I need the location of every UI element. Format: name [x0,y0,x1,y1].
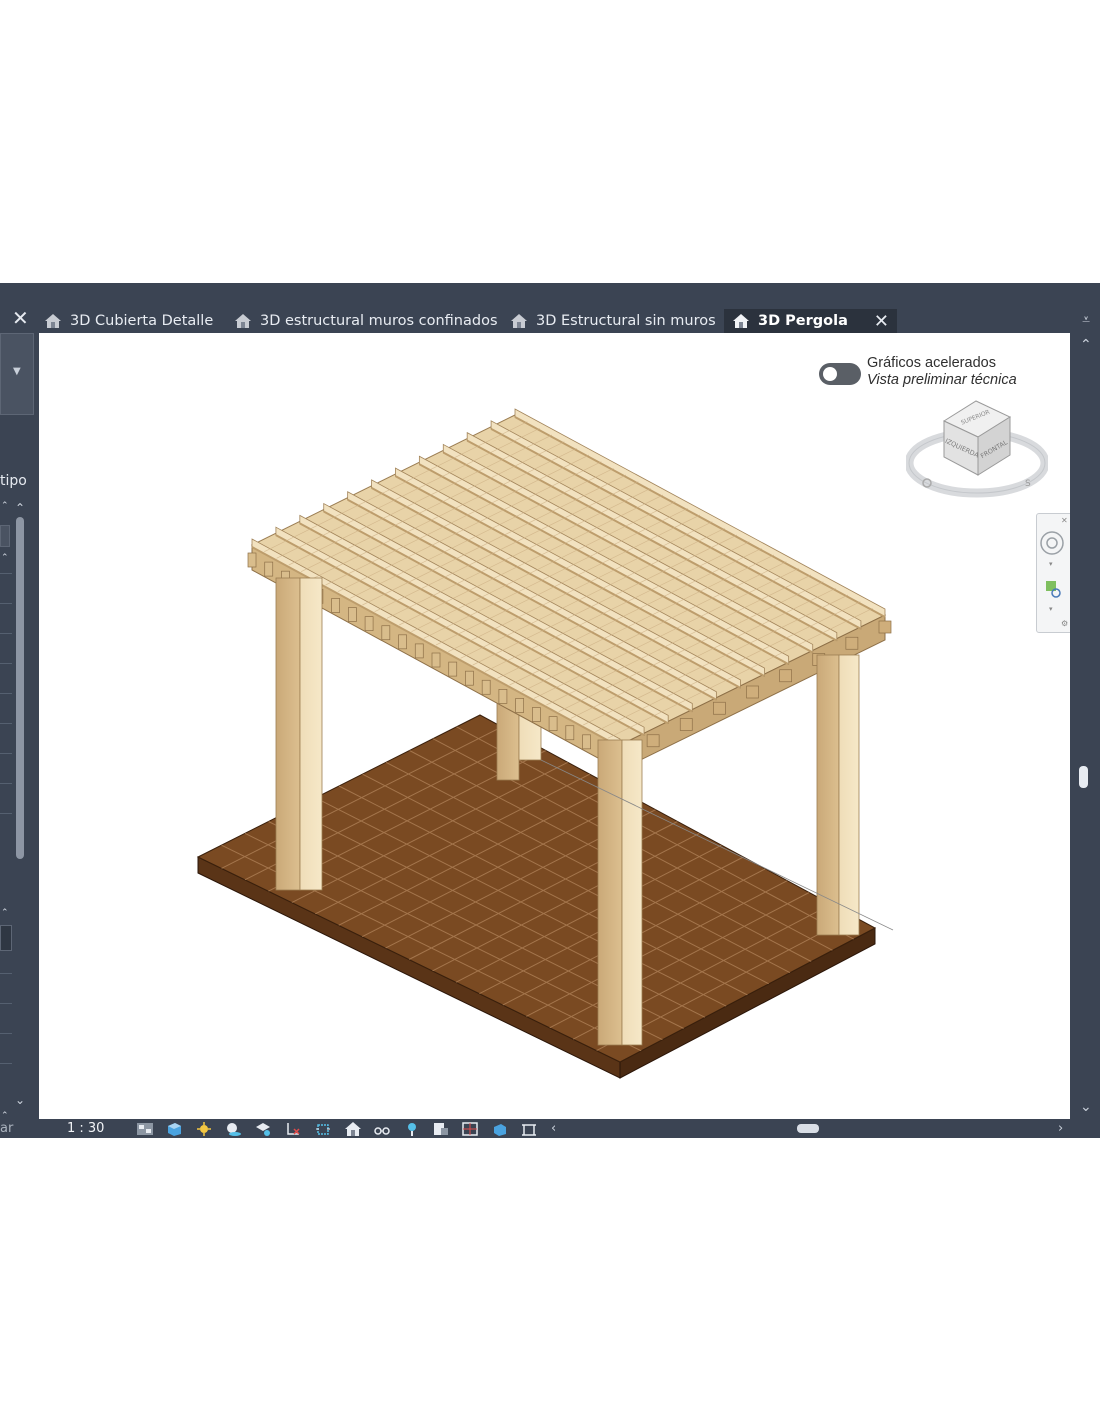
navigation-bar[interactable]: ✕ ▾ ▾ ⚙ [1036,513,1070,633]
view-tab-bar: ✕ 3D Cubierta Detalle 3D estructural mur… [0,283,1100,333]
tab-label: 3D Estructural sin muros [536,313,716,329]
tab-label: 3D Pergola [758,313,848,329]
render-icon[interactable] [254,1121,272,1137]
scroll-down-icon[interactable]: ⌄ [1080,1099,1092,1115]
house-3d-icon [733,314,749,328]
chevron-down-icon[interactable]: ▾ [1049,605,1053,613]
revit-window: ✕ 3D Cubierta Detalle 3D estructural mur… [0,283,1100,1138]
show-crop-region-icon[interactable] [314,1121,332,1137]
steering-wheel-icon[interactable] [1040,531,1064,555]
collapse-icon[interactable]: ⌃ [1,501,9,511]
scroll-down-icon[interactable]: ⌄ [15,1093,25,1107]
apply-label-fragment[interactable]: ar [0,1120,13,1138]
unlocked-3d-view-icon[interactable] [344,1121,362,1137]
temporary-hide-icon[interactable] [373,1121,391,1137]
scroll-left-icon[interactable]: ‹ [551,1120,556,1138]
house-3d-icon [45,314,61,328]
property-field[interactable] [0,925,12,951]
toggle-knob [823,367,837,381]
tab-3d-estructural-sin-muros[interactable]: 3D Estructural sin muros [510,309,716,333]
scroll-thumb[interactable] [1079,766,1088,788]
scroll-right-icon[interactable]: › [1058,1120,1063,1138]
collapse-icon[interactable]: ⌃ [1,553,9,563]
tab-3d-estructural-muros-confinados[interactable]: 3D estructural muros confinados [234,309,498,333]
viewcube[interactable]: SUPERIOR IZQUIERDA FRONTAL S [906,391,1048,503]
properties-scrollbar[interactable] [16,517,24,859]
edit-type-label[interactable]: tipo [0,473,27,489]
vertical-scrollbar[interactable]: ⌃ ⌄ [1072,333,1100,1119]
tab-3d-pergola[interactable]: 3D Pergola ✕ [724,309,897,333]
scroll-up-icon[interactable]: ⌃ [1080,337,1092,353]
viewcube-compass-icon: S [1025,479,1031,489]
visual-style-icon[interactable] [165,1121,183,1137]
chevron-down-icon[interactable]: ▾ [1049,560,1053,568]
chevron-down-icon: ▼ [13,366,21,377]
crop-view-icon[interactable] [284,1121,302,1137]
shadows-icon[interactable] [224,1121,242,1137]
close-icon[interactable]: ✕ [1061,516,1068,525]
horizontal-scroll-thumb[interactable] [797,1124,819,1133]
view-scale[interactable]: 1 : 30 [67,1120,104,1138]
properties-panel: ▼ tipo ⌃ ⌃ ⌃ ⌃ ⌃ ⌄ [0,333,37,1121]
house-3d-icon [235,314,251,328]
worksharing-display-icon[interactable] [432,1121,450,1137]
settings-icon[interactable]: ⚙ [1061,619,1068,628]
detail-level-icon[interactable] [136,1121,154,1137]
accelerated-graphics-label: Gráficos acelerados [867,355,996,371]
highlight-displacement-icon[interactable] [491,1121,509,1137]
house-3d-icon [511,314,527,328]
technical-preview-label: Vista preliminar técnica [867,372,1017,388]
tab-3d-cubierta-detalle[interactable]: 3D Cubierta Detalle [44,309,213,333]
title-strip [0,283,1100,305]
analytical-model-icon[interactable] [461,1121,479,1137]
tab-list-menu-icon[interactable]: ⩡ [1082,312,1090,328]
graphics-mode-label: Gráficos acelerados Vista preliminar téc… [867,355,1017,389]
3d-view-canvas[interactable]: Gráficos acelerados Vista preliminar téc… [39,333,1070,1119]
collapse-icon[interactable]: ⌃ [1,908,9,918]
tab-label: 3D Cubierta Detalle [70,313,214,329]
scroll-up-icon[interactable]: ⌃ [15,501,25,515]
accelerated-graphics-toggle[interactable] [819,363,861,385]
sun-path-icon[interactable] [195,1121,213,1137]
type-selector[interactable]: ▼ [0,333,34,415]
tab-label: 3D estructural muros confinados [260,313,498,329]
view-control-bar: ar 1 : 30 ‹ › [0,1120,1100,1138]
close-icon[interactable]: ✕ [12,307,29,329]
reveal-hidden-icon[interactable] [403,1121,421,1137]
zoom-region-icon[interactable] [1046,581,1061,598]
close-tab-icon[interactable]: ✕ [874,311,889,332]
property-field[interactable] [0,525,10,547]
reveal-constraints-icon[interactable] [520,1121,538,1137]
